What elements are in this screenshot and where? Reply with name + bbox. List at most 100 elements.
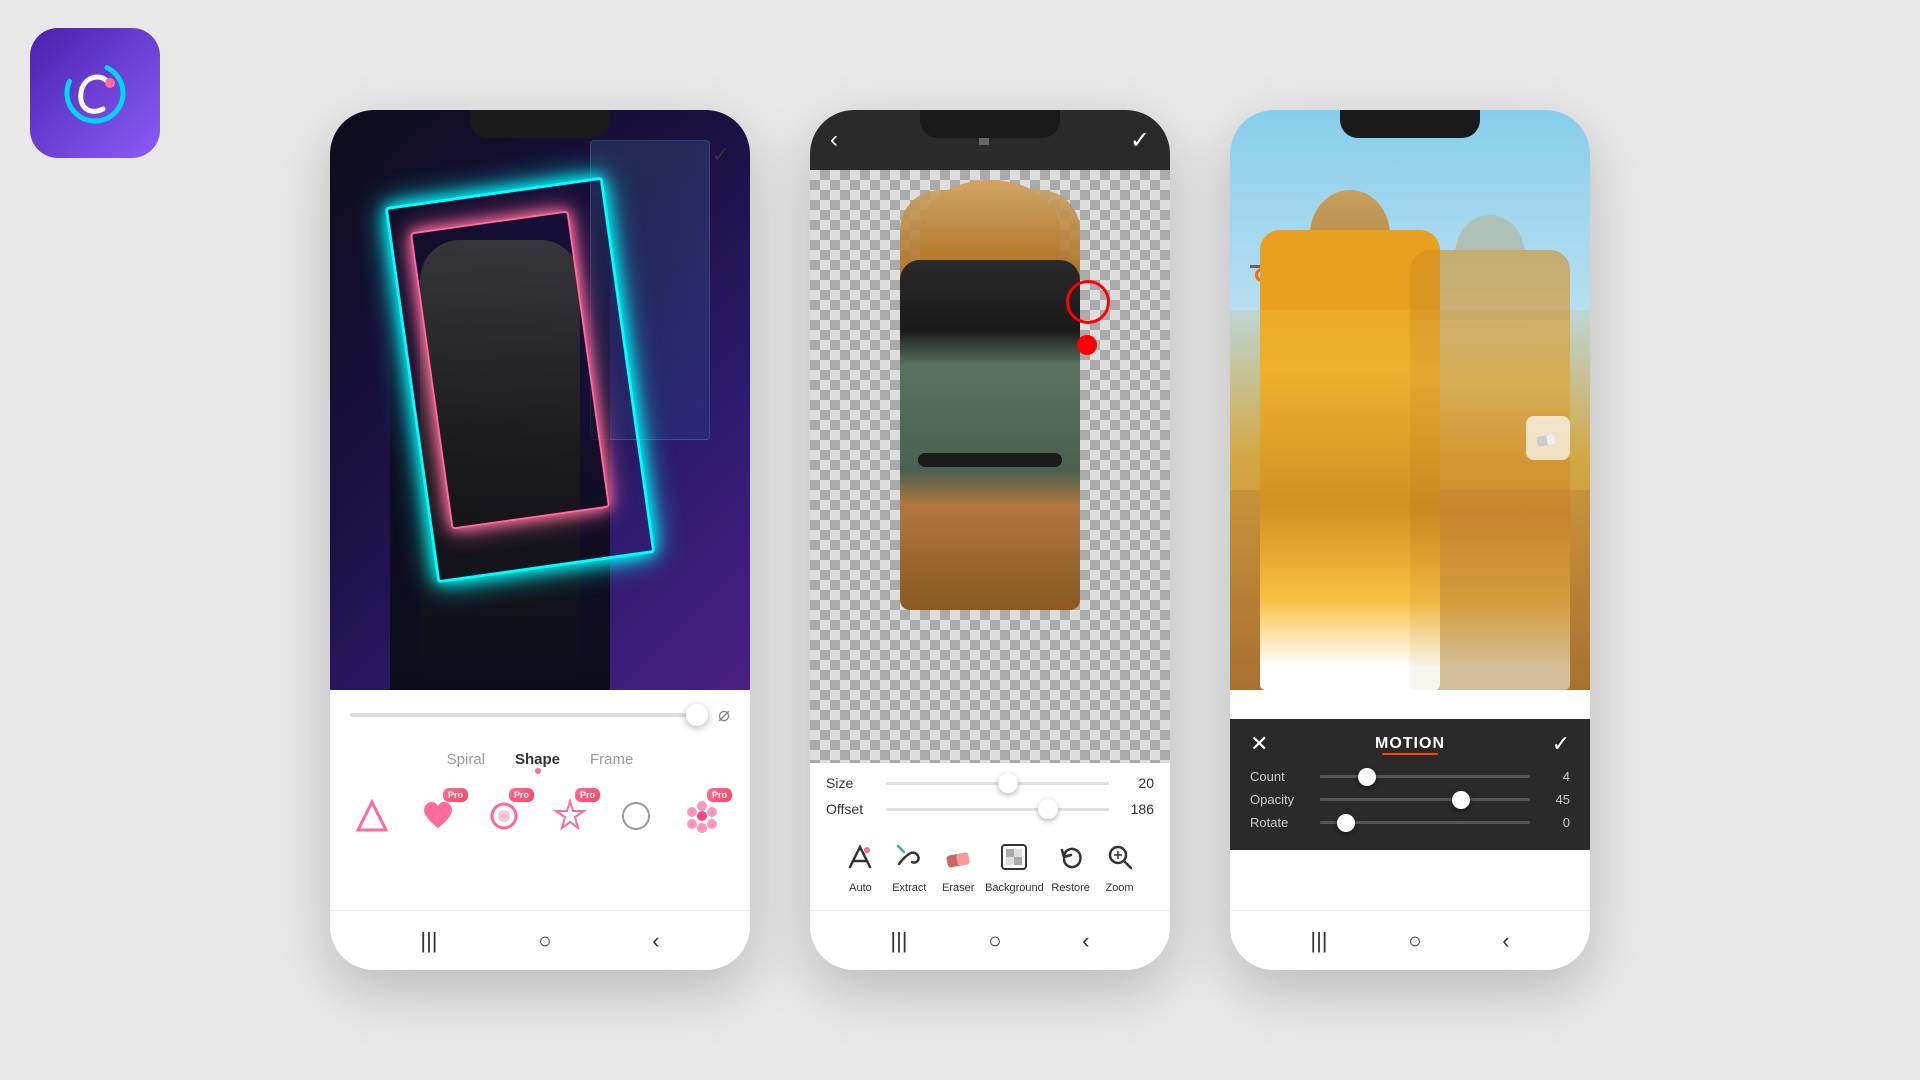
rotate-row: Rotate 0: [1250, 815, 1570, 830]
rotate-value: 0: [1540, 815, 1570, 830]
size-slider[interactable]: [886, 782, 1109, 785]
offset-label: Offset: [826, 801, 876, 817]
opacity-slider[interactable]: [1320, 798, 1530, 801]
main-container: ✓: [0, 0, 1920, 1080]
phone3-image-area: [1230, 110, 1590, 690]
phone3-close-btn[interactable]: ✕: [1250, 731, 1268, 757]
shape-heart-pro-badge: Pro: [443, 788, 468, 802]
rotate-label: Rotate: [1250, 815, 1310, 830]
phone2-tools-row: Auto Extract: [826, 827, 1154, 898]
count-slider[interactable]: [1320, 775, 1530, 778]
offset-slider-thumb[interactable]: [1038, 799, 1058, 819]
phone1-checkmark[interactable]: ✓: [712, 142, 730, 168]
shape-ring-pro-badge: Pro: [509, 788, 534, 802]
phone3-panel-header: ✕ MOTION ✓: [1250, 731, 1570, 757]
eraser-circle-indicator: [1066, 280, 1110, 324]
phone2-image-area: [810, 170, 1170, 780]
offset-slider-fill: [886, 808, 1042, 811]
phone1-erase-icon[interactable]: ⌀: [718, 702, 730, 727]
phone1-notch: [470, 110, 610, 138]
size-slider-thumb[interactable]: [998, 773, 1018, 793]
phone2-nav-bars[interactable]: |||: [890, 928, 907, 954]
rotate-slider[interactable]: [1320, 821, 1530, 824]
phone1-slider-area: ⌀: [330, 690, 750, 739]
opacity-value: 45: [1540, 792, 1570, 807]
phone3-screen: ✕ MOTION ✓ Count 4 Opa: [1230, 110, 1590, 910]
phone-3: ✕ MOTION ✓ Count 4 Opa: [1230, 110, 1590, 970]
opacity-slider-thumb[interactable]: [1452, 791, 1470, 809]
woman-cutout-container: [890, 180, 1090, 610]
count-label: Count: [1250, 769, 1310, 784]
phone3-nav-bars[interactable]: |||: [1310, 928, 1327, 954]
size-value: 20: [1119, 775, 1154, 791]
phone-1: ✓: [330, 110, 750, 970]
shape-star-pro-badge: Pro: [575, 788, 600, 802]
tab-spiral[interactable]: Spiral: [447, 747, 485, 772]
phone3-bottom-nav: ||| ○ ‹: [1230, 910, 1590, 970]
shape-flower[interactable]: Pro: [676, 790, 728, 842]
phone1-slider-fill: [350, 713, 654, 717]
shape-flower-pro-badge: Pro: [707, 788, 732, 802]
phone3-nav-back[interactable]: ‹: [1502, 928, 1509, 954]
phone2-nav-home[interactable]: ○: [988, 928, 1001, 954]
tool-zoom-label: Zoom: [1105, 882, 1133, 894]
phone2-nav-back[interactable]: ‹: [1082, 928, 1089, 954]
phone3-eraser-tool[interactable]: [1526, 416, 1570, 460]
phone-2: ‹ ✓: [810, 110, 1170, 970]
restore-icon: [1049, 835, 1093, 879]
phone2-check-icon[interactable]: ✓: [1130, 126, 1150, 155]
motion-title-wrapper: MOTION: [1375, 735, 1445, 753]
shape-circle-icon: [610, 790, 662, 842]
phone1-nav-back[interactable]: ‹: [652, 928, 659, 954]
tab-frame[interactable]: Frame: [590, 747, 633, 772]
tool-zoom[interactable]: Zoom: [1098, 835, 1142, 894]
phone2-back-icon[interactable]: ‹: [830, 126, 838, 154]
eraser-dot-indicator: [1077, 335, 1097, 355]
opacity-label: Opacity: [1250, 792, 1310, 807]
woman-yellow-ghost: [1410, 250, 1570, 690]
shape-triangle[interactable]: [346, 790, 398, 842]
tool-extract[interactable]: Extract: [887, 835, 931, 894]
phone3-confirm-btn[interactable]: ✓: [1552, 731, 1570, 757]
shape-tabs: Spiral Shape Frame: [330, 739, 750, 780]
shape-ring[interactable]: Pro: [478, 790, 530, 842]
phone2-bottom-nav: ||| ○ ‹: [810, 910, 1170, 970]
tool-extract-label: Extract: [892, 882, 926, 894]
phone1-nav-bars[interactable]: |||: [420, 928, 437, 954]
phone3-motion-panel: ✕ MOTION ✓ Count 4 Opa: [1230, 719, 1590, 850]
phone3-notch: [1340, 110, 1480, 138]
phone1-screen: ⌀ Spiral Shape Frame: [330, 110, 750, 910]
tool-auto-label: Auto: [849, 882, 872, 894]
phone3-nav-home[interactable]: ○: [1408, 928, 1421, 954]
size-slider-fill: [886, 782, 1002, 785]
offset-value: 186: [1119, 801, 1154, 817]
shape-triangle-icon: [346, 790, 398, 842]
count-slider-thumb[interactable]: [1358, 768, 1376, 786]
extract-icon: [887, 835, 931, 879]
tool-auto[interactable]: Auto: [838, 835, 882, 894]
tool-background[interactable]: Background: [985, 835, 1044, 894]
tool-restore-label: Restore: [1051, 882, 1090, 894]
phone1-bottom-nav: ||| ○ ‹: [330, 910, 750, 970]
motion-title-underline: [1382, 753, 1438, 755]
offset-slider[interactable]: [886, 808, 1109, 811]
app-icon[interactable]: [30, 28, 160, 158]
background-icon: [992, 835, 1036, 879]
offset-control-row: Offset 186: [826, 801, 1154, 817]
shape-star[interactable]: Pro: [544, 790, 596, 842]
phone1-slider-thumb[interactable]: [686, 704, 708, 726]
count-slider-fill: [1320, 775, 1362, 778]
phone1-slider-track[interactable]: [350, 713, 708, 717]
shape-heart[interactable]: Pro: [412, 790, 464, 842]
woman-belt: [918, 453, 1062, 467]
shape-circle[interactable]: [610, 790, 662, 842]
opacity-row: Opacity 45: [1250, 792, 1570, 807]
tool-eraser[interactable]: Eraser: [936, 835, 980, 894]
eraser-icon: [936, 835, 980, 879]
tool-restore[interactable]: Restore: [1049, 835, 1093, 894]
phone1-nav-home[interactable]: ○: [538, 928, 551, 954]
tab-shape[interactable]: Shape: [515, 747, 560, 772]
opacity-slider-fill: [1320, 798, 1457, 801]
phone2-controls: Size 20 Offset 186: [810, 763, 1170, 910]
rotate-slider-thumb[interactable]: [1337, 814, 1355, 832]
